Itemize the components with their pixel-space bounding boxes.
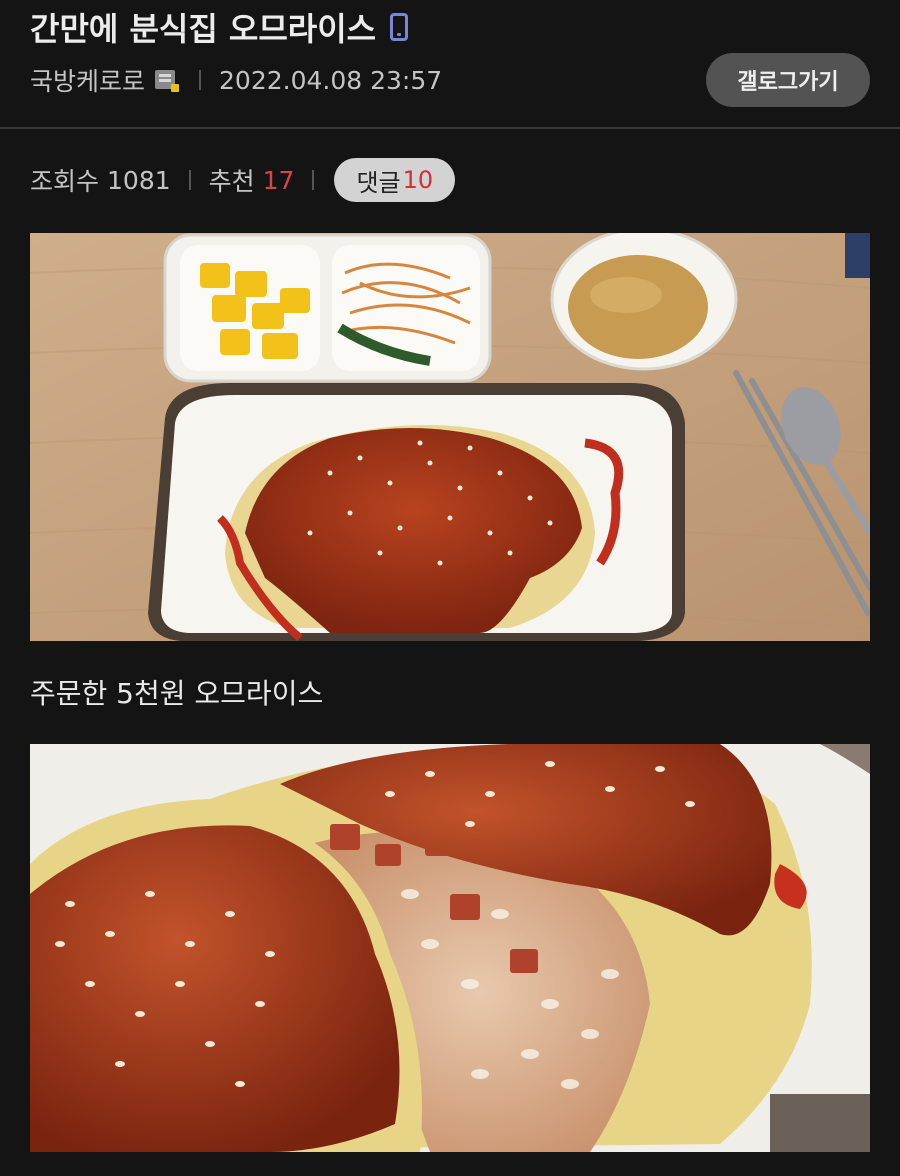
post-datetime: 2022.04.08 23:57	[219, 65, 443, 95]
post-image-omurice-set[interactable]	[30, 233, 870, 641]
post-title: 간만에 분식집 오므라이스	[30, 4, 409, 50]
gallog-button[interactable]: 갤로그가기	[706, 53, 870, 107]
post-header: 간만에 분식집 오므라이스 국방케로로 2022.04.08 23:57 갤로그…	[0, 0, 900, 129]
post-meta: 국방케로로 2022.04.08 23:57	[30, 62, 442, 98]
views-label: 조회수	[30, 167, 100, 196]
fixed-nick-icon	[153, 67, 181, 93]
divider	[199, 70, 202, 90]
likes-count: 17	[262, 165, 295, 195]
comments-button[interactable]: 댓글 10	[334, 158, 456, 202]
mobile-icon	[390, 13, 409, 41]
post-image-omurice-closeup[interactable]	[30, 744, 870, 1152]
author-name[interactable]: 국방케로로	[30, 62, 145, 98]
post-title-text: 간만에 분식집 오므라이스	[30, 10, 377, 48]
post-stats: 조회수 1081 추천 17 댓글 10	[30, 158, 456, 202]
divider	[188, 170, 191, 190]
comments-label: 댓글	[356, 168, 401, 197]
views-count: 1081	[107, 165, 171, 195]
comments-count: 10	[402, 166, 434, 194]
divider	[312, 170, 315, 190]
likes-label: 추천	[208, 167, 255, 196]
post-body-caption: 주문한 5천원 오므라이스	[30, 677, 324, 710]
